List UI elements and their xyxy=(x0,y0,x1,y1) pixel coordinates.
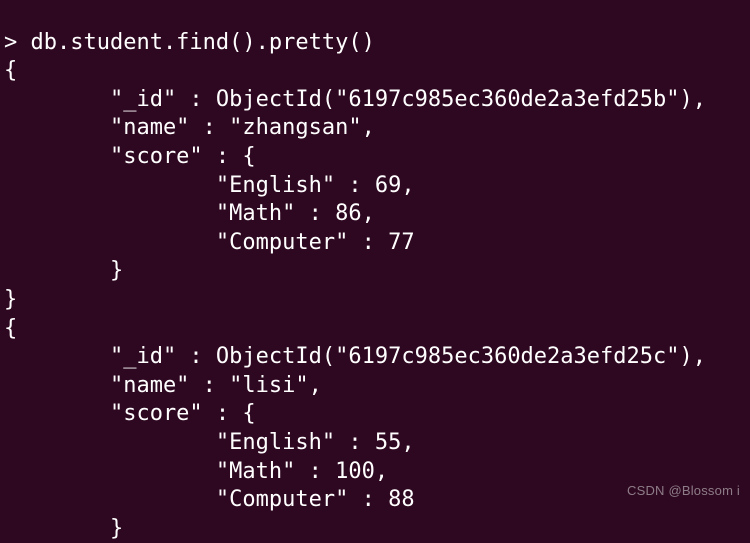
doc-id-line: "_id" : ObjectId("6197c985ec360de2a3efd2… xyxy=(4,87,706,112)
watermark: CSDN @Blossom i xyxy=(627,483,740,500)
doc-english-line: "English" : 55, xyxy=(4,430,415,455)
shell-command[interactable]: > db.student.find().pretty() xyxy=(4,30,375,55)
doc-computer-line: "Computer" : 77 xyxy=(4,230,415,255)
doc-score-open: "score" : { xyxy=(4,401,256,426)
doc-score-close: } xyxy=(4,258,123,283)
doc-name-line: "name" : "lisi", xyxy=(4,373,322,398)
doc-name-line: "name" : "zhangsan", xyxy=(4,115,375,140)
doc-open-brace: { xyxy=(4,316,17,341)
doc-math-line: "Math" : 86, xyxy=(4,201,375,226)
doc-open-brace: { xyxy=(4,58,17,83)
doc-math-line: "Math" : 100, xyxy=(4,459,388,484)
terminal-output: > db.student.find().pretty() { "_id" : O… xyxy=(0,0,750,543)
doc-score-close: } xyxy=(4,516,123,541)
doc-close-brace: } xyxy=(4,287,17,312)
doc-score-open: "score" : { xyxy=(4,144,256,169)
doc-english-line: "English" : 69, xyxy=(4,173,415,198)
doc-computer-line: "Computer" : 88 xyxy=(4,487,415,512)
doc-id-line: "_id" : ObjectId("6197c985ec360de2a3efd2… xyxy=(4,344,706,369)
